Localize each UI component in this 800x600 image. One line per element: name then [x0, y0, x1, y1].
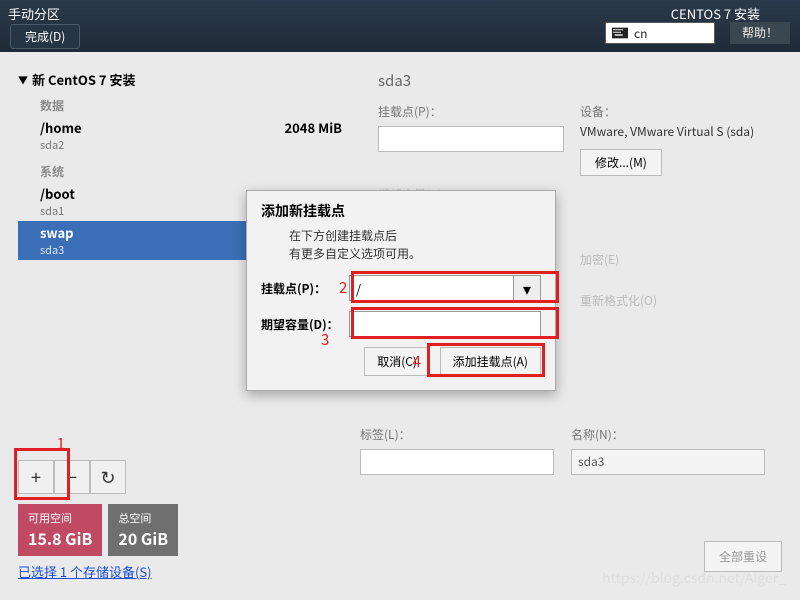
screen-title: 手动分区 [8, 4, 60, 23]
mountpoint-input[interactable] [378, 126, 564, 152]
section-data: 数据 [40, 97, 360, 114]
keyboard-icon [612, 27, 628, 39]
reformat-label: 重新格式化(O) [580, 278, 782, 309]
annotation-label-2: 2 [339, 277, 347, 298]
annotation-label-4: 4 [413, 351, 421, 372]
label-input[interactable] [360, 449, 554, 475]
total-space-tile: 总空间 20 GiB [108, 504, 178, 556]
watermark: https://blog.csdn.net/Aiger_ [602, 568, 786, 588]
dialog-subtitle: 在下方创建挂载点后 有更多自定义选项可用。 [261, 227, 541, 263]
dialog-add-button[interactable]: 添加挂载点(A) [440, 347, 541, 376]
modify-device-button[interactable]: 修改...(M) [580, 149, 662, 176]
keyboard-layout-label: cn [634, 25, 647, 42]
add-mountpoint-dialog: 添加新挂载点 在下方创建挂载点后 有更多自定义选项可用。 挂载点(P)： ▾ 2… [246, 190, 556, 391]
available-space-tile: 可用空间 15.8 GiB [18, 504, 102, 556]
tree-header-label: 新 CentOS 7 安装 [32, 70, 136, 89]
dialog-desired-label: 期望容量(D)： [261, 316, 349, 333]
label-label: 标签(L)： [360, 426, 571, 443]
reload-button[interactable]: ↻ [90, 460, 126, 494]
device-label: 设备： [580, 103, 782, 120]
installer-title: CENTOS 7 安装 [671, 4, 760, 23]
name-input[interactable] [571, 449, 765, 475]
mountpoint-label: 挂载点(P)： [378, 103, 580, 120]
topbar: 手动分区 完成(D) CENTOS 7 安装 cn 帮助！ [0, 0, 800, 52]
annotation-label-1: 1 [57, 433, 65, 454]
details-title: sda3 [378, 70, 782, 91]
dialog-mountpoint-combo[interactable]: ▾ [349, 275, 541, 301]
encrypt-label: 加密(E) [580, 237, 782, 268]
name-label: 名称(N)： [571, 426, 782, 443]
device-value: VMware, VMware Virtual S (sda) [580, 124, 782, 141]
space-summary: 可用空间 15.8 GiB 总空间 20 GiB [18, 504, 178, 556]
chevron-down-icon: ▼ [18, 72, 28, 87]
keyboard-layout-selector[interactable]: cn [605, 22, 715, 44]
dialog-title: 添加新挂载点 [261, 201, 541, 221]
dialog-mountpoint-label: 挂载点(P)： [261, 280, 349, 297]
partition-toolbar: + − ↻ [18, 460, 126, 494]
partition-item-home[interactable]: /home sda2 2048 MiB [40, 116, 360, 155]
remove-partition-button[interactable]: − [54, 460, 90, 494]
done-button[interactable]: 完成(D) [10, 24, 80, 49]
add-partition-button[interactable]: + [18, 460, 54, 494]
dropdown-icon[interactable]: ▾ [513, 275, 541, 301]
tree-header[interactable]: ▼ 新 CentOS 7 安装 [18, 70, 360, 89]
storage-devices-link[interactable]: 已选择 1 个存储设备(S) [18, 562, 152, 581]
dialog-mountpoint-input[interactable] [349, 275, 513, 301]
dialog-desired-input[interactable] [349, 311, 541, 337]
section-system: 系统 [40, 163, 360, 180]
help-button[interactable]: 帮助！ [730, 22, 790, 44]
